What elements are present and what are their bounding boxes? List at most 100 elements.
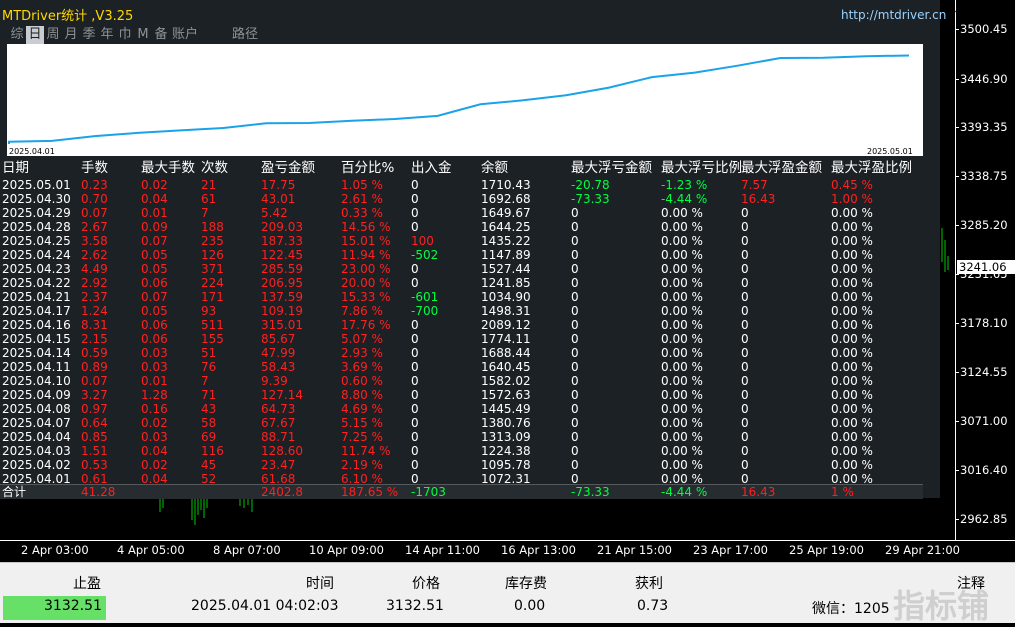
cell-pnl: 85.67: [261, 332, 296, 346]
cell-balance: 1774.11: [481, 332, 531, 346]
cell-date: 2025.04.16: [2, 318, 71, 332]
cell-pct: 0.33 %: [341, 206, 383, 220]
cell-mfp: 0: [741, 332, 749, 346]
cell-date: 2025.04.03: [2, 444, 71, 458]
cell-pnl: 122.45: [261, 248, 303, 262]
cell-pct: 15.01 %: [341, 234, 391, 248]
cell-mfpp: 0.00 %: [831, 374, 873, 388]
cell-mflp: 0.00 %: [661, 430, 703, 444]
tab-10[interactable]: 路径: [230, 26, 260, 44]
cell-lots: 2.37: [81, 290, 108, 304]
cell-io: 0: [411, 332, 419, 346]
cell-mfl: 0: [571, 234, 579, 248]
column-header: 最大浮盈金额: [741, 160, 822, 176]
tab-8[interactable]: 备: [152, 26, 170, 44]
tab-7[interactable]: M: [134, 26, 152, 44]
cell-mfl: 0: [571, 430, 579, 444]
table-row: 2025.04.15 2.15 0.06 155 85.67 5.07 % 0 1774.11…: [0, 332, 935, 346]
tab-0[interactable]: 综: [8, 26, 26, 44]
cell-pnl: 67.67: [261, 416, 296, 430]
table-row: 2025.04.02 0.53 0.02 45 23.47 2.19 % 0 1095.78 0…: [0, 458, 935, 472]
tab-6[interactable]: 巾: [116, 26, 134, 44]
header-swap[interactable]: 库存费: [505, 573, 547, 593]
cell-pct: 23.00 %: [341, 262, 391, 276]
cell-mflp: 0.00 %: [661, 304, 703, 318]
cell-lots: 2.15: [81, 332, 108, 346]
cell-max-lots: 0.06: [141, 276, 168, 290]
cell-mflp: 0.00 %: [661, 402, 703, 416]
header-profit[interactable]: 获利: [635, 573, 663, 593]
cell-max-lots: 0.09: [141, 220, 168, 234]
total-mfp: 16.43: [741, 485, 776, 499]
tab-3[interactable]: 月: [62, 26, 80, 44]
cell-pct: 2.93 %: [341, 346, 383, 360]
cell-mfp: 0: [741, 262, 749, 276]
cell-pct: 8.80 %: [341, 388, 383, 402]
header-stop-profit[interactable]: 止盈: [73, 573, 101, 593]
cell-max-lots: 1.28: [141, 388, 168, 402]
panel-title: MTDriver统计 ,V3.25: [2, 9, 134, 24]
cell-io: 0: [411, 374, 419, 388]
cell-pnl: 137.59: [261, 290, 303, 304]
cell-mfpp: 0.00 %: [831, 416, 873, 430]
chart-menu-icon[interactable]: ▾: [955, 6, 973, 24]
column-header: 日期: [2, 160, 29, 176]
cell-lots: 4.49: [81, 262, 108, 276]
cell-mfpp: 1.00 %: [831, 192, 873, 206]
header-price[interactable]: 价格: [412, 573, 440, 593]
cell-count: 171: [201, 290, 224, 304]
cell-mfp: 0: [741, 402, 749, 416]
cell-pct: 1.05 %: [341, 178, 383, 192]
cell-mfpp: 0.00 %: [831, 430, 873, 444]
cell-balance: 1435.22: [481, 234, 531, 248]
time-axis: 2 Apr 03:00 4 Apr 05:00 8 Apr 07:00 10 Apr …: [0, 540, 1015, 562]
cell-pnl: 23.47: [261, 458, 296, 472]
cell-max-lots: 0.07: [141, 234, 168, 248]
cell-count: 93: [201, 304, 217, 318]
cell-pnl: 315.01: [261, 318, 303, 332]
cell-io: -700: [411, 304, 439, 318]
watermark-logo: 指标铺: [893, 587, 990, 625]
table-row: 2025.04.10 0.07 0.01 7 9.39 0.60 % 0 1582.02 0 0.…: [0, 374, 935, 388]
cell-mflp: 0.00 %: [661, 360, 703, 374]
cell-max-lots: 0.05: [141, 262, 168, 276]
equity-end-date: 2025.05.01: [867, 147, 913, 156]
price-tick: 2962.85: [955, 512, 1008, 526]
cell-mfp: 0: [741, 276, 749, 290]
cell-pct: 4.69 %: [341, 402, 383, 416]
table-row: 2025.04.21 2.37 0.07 171 137.59 15.33 % -601 10…: [0, 290, 935, 304]
equity-start-date: 2025.04.01: [9, 147, 55, 156]
cell-mfpp: 0.00 %: [831, 290, 873, 304]
tab-4[interactable]: 季: [80, 26, 98, 44]
cell-lots: 0.70: [81, 192, 108, 206]
tab-5[interactable]: 年: [98, 26, 116, 44]
price-tick: 3338.75: [955, 169, 1008, 183]
total-label: 合计: [2, 485, 27, 499]
cell-mflp: -1.23 %: [661, 178, 708, 192]
cell-mfl: 0: [571, 402, 579, 416]
website-link[interactable]: http://mtdriver.cn: [841, 8, 946, 22]
cell-date: 2025.04.17: [2, 304, 71, 318]
cell-mfl: 0: [571, 360, 579, 374]
cell-io: 100: [411, 234, 434, 248]
cell-mfl: 0: [571, 262, 579, 276]
cell-pnl: 285.59: [261, 262, 303, 276]
cell-mfp: 0: [741, 360, 749, 374]
cell-mfpp: 0.45 %: [831, 178, 873, 192]
cell-pct: 5.15 %: [341, 416, 383, 430]
header-time[interactable]: 时间: [306, 573, 334, 593]
cell-count: 155: [201, 332, 224, 346]
cell-mfpp: 0.00 %: [831, 304, 873, 318]
cell-balance: 1644.25: [481, 220, 531, 234]
cell-pct: 7.86 %: [341, 304, 383, 318]
tab-2[interactable]: 周: [44, 26, 62, 44]
cell-pct: 14.56 %: [341, 220, 391, 234]
cell-mflp: 0.00 %: [661, 416, 703, 430]
trade-status-bar: 止盈 时间 价格 库存费 获利 注释 3132.51 2025.04.01 04…: [0, 562, 1015, 625]
table-row: 2025.04.08 0.97 0.16 43 64.73 4.69 % 0 1445.49 0…: [0, 402, 935, 416]
tab-9[interactable]: 账户: [170, 26, 200, 44]
cell-mfpp: 0.00 %: [831, 332, 873, 346]
cell-io: 0: [411, 416, 419, 430]
column-header: 次数: [201, 160, 228, 176]
tab-1[interactable]: 日: [26, 26, 44, 44]
